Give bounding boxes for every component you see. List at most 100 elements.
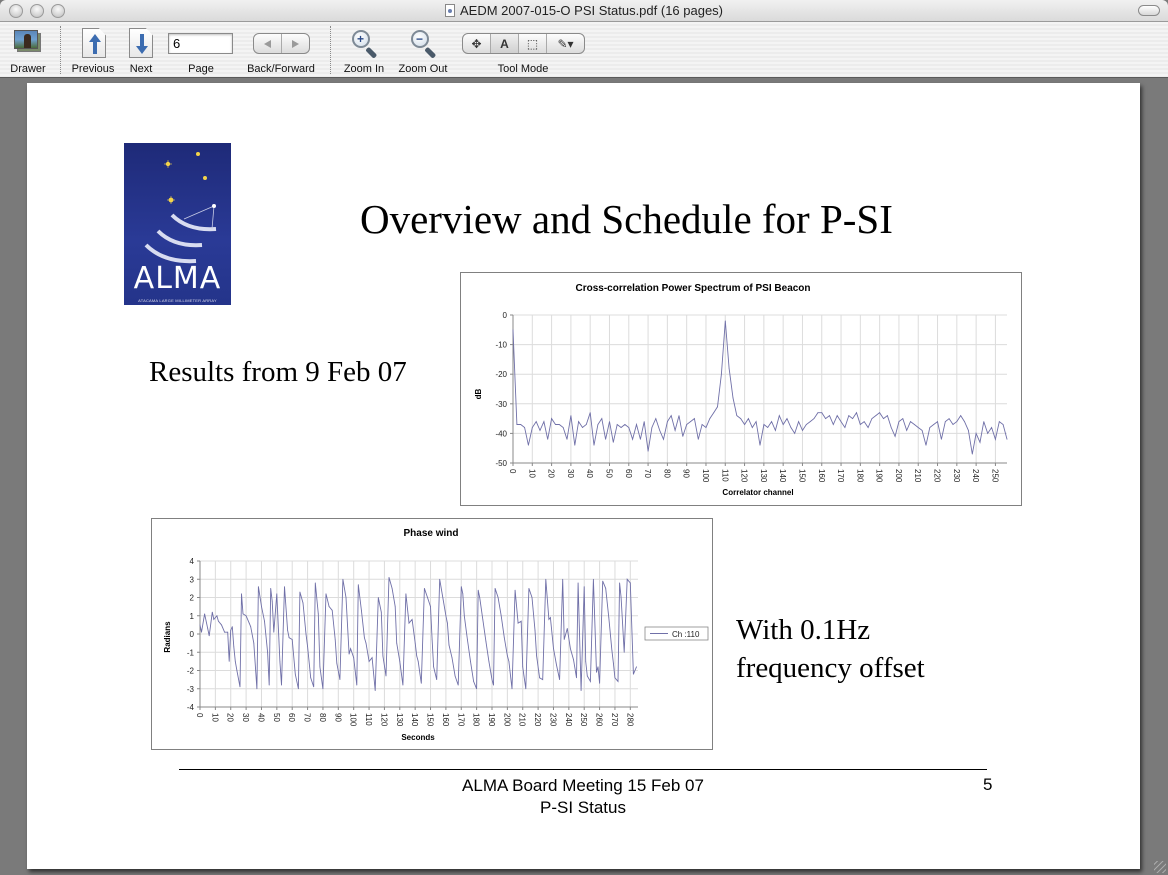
phase-wind-x-tick-label: 160 <box>441 713 450 727</box>
phase-wind-data-point <box>394 606 396 607</box>
back-forward-segmented <box>253 33 310 54</box>
phase-wind-y-tick-label: 4 <box>190 557 195 566</box>
spectrum-data-point <box>655 418 657 419</box>
next-page-button[interactable]: Next <box>124 22 158 78</box>
spectrum-data-point <box>786 418 788 419</box>
phase-wind-data-point <box>385 675 387 677</box>
spectrum-y-axis-title: dB <box>474 388 483 399</box>
spectrum-data-point <box>944 421 946 422</box>
window-title: AEDM 2007-015-O PSI Status.pdf (16 pages… <box>0 3 1168 18</box>
phase-wind-data-point <box>562 578 564 580</box>
phase-wind-data-point <box>271 600 273 602</box>
spectrum-data-point <box>643 421 645 422</box>
phase-wind-data-point <box>556 664 557 666</box>
phase-wind-data-point <box>414 642 416 644</box>
phase-wind-legend: Ch :110 <box>644 626 709 641</box>
spectrum-data-point <box>794 433 796 434</box>
forward-button[interactable] <box>282 34 309 53</box>
back-button[interactable] <box>254 34 282 53</box>
phase-wind-x-tick-label: 250 <box>579 713 588 727</box>
phase-wind-data-point <box>402 684 404 686</box>
spectrum-data-point <box>748 418 749 419</box>
phase-wind-data-point <box>602 580 604 582</box>
phase-wind-data-point <box>353 657 355 659</box>
phase-wind-x-tick-label: 140 <box>410 713 419 727</box>
spectrum-data-point <box>975 433 977 434</box>
spectrum-x-tick-label: 160 <box>817 469 826 483</box>
page-number-input[interactable] <box>168 33 233 54</box>
phase-wind-data-point <box>348 653 350 655</box>
spectrum-data-point <box>547 438 549 440</box>
document-view[interactable]: ALMA ATACAMA LARGE MILLIMETER ARRAY Over… <box>0 79 1168 875</box>
phase-wind-data-point <box>576 677 577 679</box>
zoom-in-button[interactable]: + Zoom In <box>338 22 390 78</box>
spectrum-data-point <box>732 397 734 399</box>
drawer-button[interactable]: Drawer <box>4 22 52 78</box>
phase-wind-data-point <box>442 597 444 598</box>
zoom-out-button[interactable]: − Zoom Out <box>393 22 453 78</box>
phase-wind-data-point <box>258 586 259 587</box>
phase-wind-data-point <box>207 628 209 629</box>
spectrum-x-tick-label: 10 <box>527 469 536 478</box>
phase-wind-data-point <box>276 593 278 595</box>
phase-wind-data-point <box>457 684 459 686</box>
phase-wind-data-point <box>218 620 219 622</box>
logo-text: ALMA <box>133 261 222 296</box>
text-tool-button[interactable]: A <box>491 34 519 53</box>
phase-wind-y-tick-label: 1 <box>190 612 195 621</box>
annotate-tool-button[interactable]: ✎▾ <box>547 34 584 53</box>
spectrum-data-point <box>937 421 938 422</box>
spectrum-data-point <box>512 329 514 331</box>
phase-wind-data-point <box>228 661 230 662</box>
phase-wind-data-point <box>476 688 477 690</box>
phase-wind-chart-svg: 0 10 20 30 40 50 60 70 80 90 100 110 120 130 140 150 160… <box>163 528 709 742</box>
phase-wind-x-tick-label: 10 <box>210 713 219 722</box>
spectrum-data-point <box>690 421 691 422</box>
move-tool-button[interactable]: ✥ <box>463 34 491 53</box>
phase-wind-data-point <box>473 681 474 682</box>
toolbar-toggle-button[interactable] <box>1138 5 1160 16</box>
window-resize-grip[interactable] <box>1154 861 1166 873</box>
spectrum-data-point <box>995 438 996 440</box>
phase-wind-data-point <box>268 684 270 686</box>
spectrum-x-tick-label: 170 <box>836 469 845 483</box>
spectrum-data-point <box>829 415 830 416</box>
phase-wind-data-point <box>611 650 613 651</box>
spectrum-data-point <box>701 424 703 425</box>
phase-wind-data-point <box>371 657 373 659</box>
phase-wind-data-point <box>253 642 255 644</box>
phase-wind-data-point <box>388 577 390 578</box>
spectrum-data-point <box>767 427 769 428</box>
back-forward-label: Back/Forward <box>247 63 315 75</box>
spectrum-data-point <box>755 421 757 422</box>
phase-wind-data-point <box>553 648 554 649</box>
spectrum-data-point <box>516 424 518 425</box>
phase-wind-x-tick-label: 130 <box>395 713 404 727</box>
spectrum-data-point <box>921 430 923 431</box>
phase-wind-data-point <box>411 619 413 620</box>
phase-wind-data-point <box>493 684 494 686</box>
phase-wind-x-tick-label: 30 <box>241 713 250 722</box>
arrow-down-page-icon <box>129 28 153 58</box>
spectrum-x-tick-label: 230 <box>952 469 961 483</box>
spectrum-data-point <box>647 450 649 452</box>
zoom-in-label: Zoom In <box>343 63 385 75</box>
select-tool-button[interactable]: ⬚ <box>519 34 547 53</box>
spectrum-data-point <box>1006 438 1008 440</box>
phase-wind-x-tick-label: 0 <box>195 713 204 718</box>
spectrum-data-point <box>697 438 699 440</box>
phase-wind-data-point <box>545 578 547 580</box>
phase-wind-data-point <box>577 582 579 584</box>
phase-wind-data-point <box>629 582 631 584</box>
phase-wind-data-point <box>454 675 456 677</box>
phase-wind-data-point <box>310 677 312 679</box>
phase-wind-data-point <box>485 640 487 642</box>
phase-wind-data-point <box>520 620 522 622</box>
spectrum-data-point <box>674 430 676 431</box>
tool-mode-segmented: ✥ A ⬚ ✎▾ <box>462 33 585 54</box>
spectrum-x-axis-title: Correlator channel <box>722 488 793 497</box>
phase-wind-data-point <box>508 661 510 662</box>
spectrum-data-point <box>817 412 819 414</box>
previous-page-button[interactable]: Previous <box>66 22 120 78</box>
spectrum-data-point <box>709 418 711 419</box>
